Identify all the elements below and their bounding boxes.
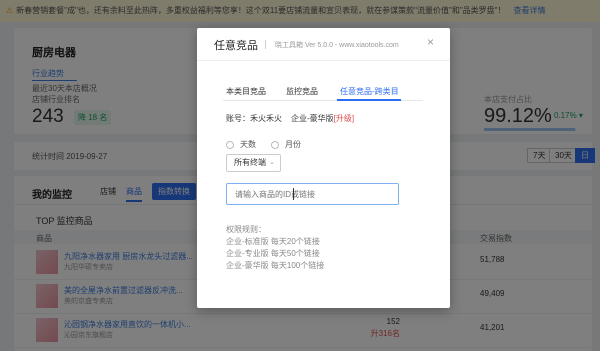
rule-item: 企业-标准版 每天20个链接 (226, 237, 320, 246)
product-id-input[interactable] (226, 183, 399, 205)
chevron-down-icon: ⌄ (269, 159, 275, 166)
text-cursor-icon (293, 188, 294, 200)
plan-name: 企业-豪华版 (291, 114, 334, 123)
radio-days[interactable]: 天数 (226, 139, 256, 150)
account-label: 账号：禾火禾火 (226, 114, 282, 123)
close-icon[interactable]: × (427, 35, 434, 49)
title-divider (265, 40, 266, 49)
active-tab-indicator (337, 99, 401, 101)
account-line: 账号：禾火禾火 企业-豪华版[升级] (226, 113, 354, 124)
radio-circle-icon (226, 140, 234, 149)
upgrade-link[interactable]: [升级] (334, 114, 354, 123)
terminal-select-value: 所有终端 (234, 158, 266, 167)
tab-same-category[interactable]: 本类目竞品 (226, 86, 266, 97)
dialog-title: 任意竞品 (214, 40, 258, 52)
competitor-dialog: 任意竞品 晓工具箱 Ver 5.0.0 - www.xiaotools.com … (197, 28, 450, 308)
radio-months-label: 月份 (285, 140, 301, 149)
tab-monitored[interactable]: 监控竞品 (286, 86, 318, 97)
rules-title: 权限规则： (226, 225, 266, 234)
tab-cross-category[interactable]: 任意竞品-跨类目 (340, 86, 399, 97)
radio-days-label: 天数 (240, 140, 256, 149)
radio-circle-icon (271, 140, 279, 149)
radio-months[interactable]: 月份 (271, 139, 301, 150)
permission-rules: 权限规则： 企业-标准版 每天20个链接 企业-专业版 每天50个链接 企业-豪… (226, 224, 324, 272)
rule-item: 企业-专业版 每天50个链接 (226, 249, 320, 258)
dialog-subtitle: 晓工具箱 Ver 5.0.0 - www.xiaotools.com (275, 42, 399, 49)
terminal-select[interactable]: 所有终端 ⌄ (226, 154, 281, 172)
rule-item: 企业-豪华版 每天100个链接 (226, 261, 325, 270)
dialog-header: 任意竞品 晓工具箱 Ver 5.0.0 - www.xiaotools.com … (197, 28, 450, 61)
